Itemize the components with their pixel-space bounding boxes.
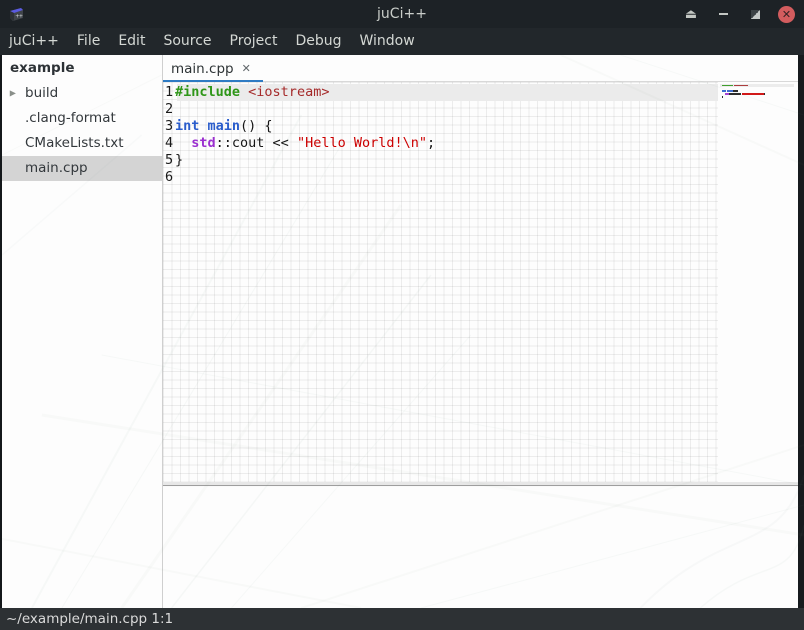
token-namespace: std (191, 135, 215, 151)
menu-item-file[interactable]: File (68, 28, 109, 55)
minimap[interactable] (722, 84, 792, 101)
menu-item-source[interactable]: Source (154, 28, 220, 55)
main-area: main.cpp✕ 1#include <iostream>23int main… (163, 55, 798, 608)
token-includepath: <iostream> (248, 84, 329, 100)
shade-icon: ⏏ (685, 8, 697, 21)
restore-button[interactable] (746, 5, 764, 23)
minimap-line (722, 98, 792, 101)
window-controls: ⏏ ✕ (682, 0, 804, 28)
token-function: main (208, 118, 241, 134)
token-plain (175, 135, 191, 151)
restore-icon (751, 10, 760, 19)
status-bar: ~/example/main.cpp 1:1 (0, 608, 804, 630)
menu-item-project[interactable]: Project (221, 28, 287, 55)
token-keyword: int (175, 118, 199, 134)
line-number: 2 (163, 101, 175, 118)
code-line-6: 6 (163, 169, 435, 186)
token-plain (240, 84, 248, 100)
window-right-border (798, 55, 804, 608)
close-button[interactable]: ✕ (778, 6, 795, 23)
menu-item-window[interactable]: Window (351, 28, 424, 55)
token-plain: () { (240, 118, 273, 134)
menu-item-juci[interactable]: juCi++ (0, 28, 68, 55)
sidebar-item-label: .clang-format (25, 110, 116, 126)
line-number: 5 (163, 152, 175, 169)
status-file-position: ~/example/main.cpp 1:1 (6, 611, 173, 627)
code-lines: 1#include <iostream>23int main() {4 std:… (163, 84, 435, 186)
title-bar: ++ juCi++ ⏏ ✕ (0, 0, 804, 28)
sidebar-item-label: main.cpp (25, 160, 88, 176)
output-panel[interactable] (163, 487, 798, 608)
expander-icon[interactable]: ▶ (10, 84, 16, 104)
shade-button[interactable]: ⏏ (682, 5, 700, 23)
code-line-2: 2 (163, 101, 435, 118)
menu-bar: juCi++FileEditSourceProjectDebugWindow (0, 28, 804, 55)
app-window: ++ juCi++ ⏏ ✕ juCi++FileEditSourceProjec… (0, 0, 804, 630)
line-number: 6 (163, 169, 175, 186)
tab-bar: main.cpp ✕ (163, 55, 798, 82)
token-string: "Hello World!\n" (297, 135, 427, 151)
sidebar-item-clang-format[interactable]: .clang-format (2, 106, 162, 131)
sidebar-item-label: build (25, 85, 58, 101)
tab-label: main.cpp (171, 61, 234, 77)
line-number: 4 (163, 135, 175, 152)
minimize-icon (719, 13, 728, 15)
line-number: 3 (163, 118, 175, 135)
token-plain: ; (427, 135, 435, 151)
code-line-5: 5} (163, 152, 435, 169)
code-line-1: 1#include <iostream> (163, 84, 435, 101)
file-tree: example ▶ build .clang-format CMakeLists.tx… (2, 55, 162, 608)
token-plain (199, 118, 207, 134)
minimize-button[interactable] (714, 5, 732, 23)
content-area: example ▶ build .clang-format CMakeLists.tx… (0, 55, 804, 608)
sidebar-item-build[interactable]: ▶ build (2, 81, 162, 106)
line-number: 1 (163, 84, 175, 101)
code-line-3: 3int main() { (163, 118, 435, 135)
sidebar-item-label: CMakeLists.txt (25, 135, 124, 151)
sidebar-item-main-cpp[interactable]: main.cpp (2, 156, 162, 181)
code-line-4: 4 std::cout << "Hello World!\n"; (163, 135, 435, 152)
token-plain: ::cout << (216, 135, 297, 151)
code-editor[interactable]: 1#include <iostream>23int main() {4 std:… (163, 82, 798, 482)
sidebar-item-cmakelists-txt[interactable]: CMakeLists.txt (2, 131, 162, 156)
menu-item-debug[interactable]: Debug (286, 28, 350, 55)
tab-main-cpp[interactable]: main.cpp ✕ (163, 55, 263, 82)
tab-close-icon[interactable]: ✕ (242, 63, 251, 74)
token-preprocessor: #include (175, 84, 240, 100)
menu-item-edit[interactable]: Edit (109, 28, 154, 55)
file-tree-root[interactable]: example (2, 56, 162, 81)
close-icon: ✕ (782, 9, 791, 20)
token-plain: } (175, 152, 183, 168)
